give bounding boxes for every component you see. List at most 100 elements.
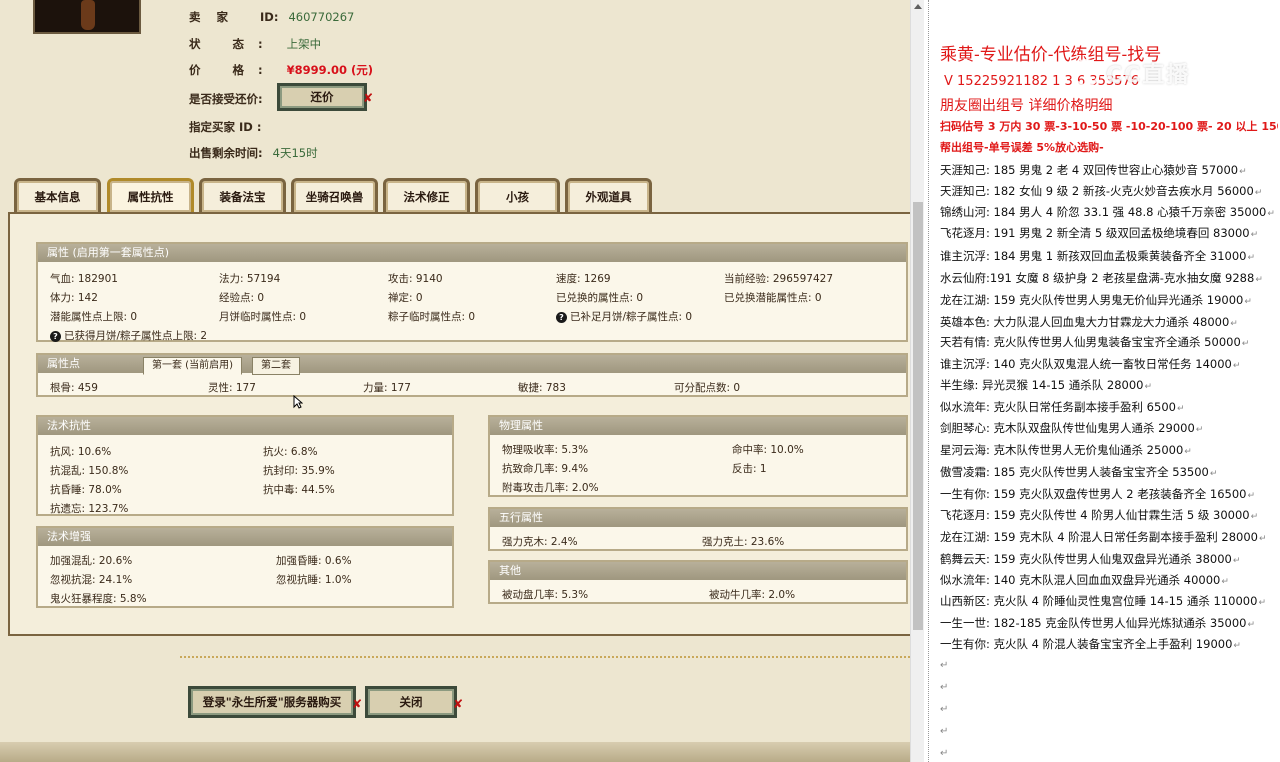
close-button[interactable]: 关闭 ✘ (365, 686, 463, 718)
paragraph-mark: ↵ (1244, 297, 1252, 307)
attr-cell: 法力: 57194 (219, 273, 281, 285)
points-cell: 可分配点数: 0 (674, 382, 741, 394)
attr-help-cell[interactable]: ? 已补足月饼/粽子属性点: 0 (556, 309, 692, 324)
attr-cell: 攻击: 9140 (388, 273, 443, 285)
divider (180, 656, 910, 658)
resist-cell: 抗中毒: 44.5% (263, 484, 335, 496)
attribute-section-header: 属性 (启用第一套属性点) (38, 244, 906, 262)
listing-text: 一生一世: 182-185 克金队传世男人仙异光炼狱通杀 35000 (940, 616, 1247, 630)
resist-cell: 抗风: 10.6% (50, 446, 112, 458)
listing-line: 星河云海: 克木队传世男人无价鬼仙通杀 25000↵ (940, 442, 1278, 458)
tab-appearance[interactable]: 外观道具 (565, 178, 652, 212)
tab-label: 装备法宝 (219, 189, 266, 204)
boost-cell: 忽视抗混: 24.1% (50, 574, 133, 586)
listing-line: 山西新区: 克火队 4 阶睡仙灵性鬼宫位睡 14-15 通杀 110000↵ (940, 593, 1278, 609)
wuxing-section: 五行属性 强力克木: 2.4% 强力克土: 23.6% (488, 507, 908, 551)
attr-cell: 粽子临时属性点: 0 (388, 311, 476, 323)
bargain-row: 是否接受还价: (189, 91, 263, 107)
listing-line: 天涯知己: 182 女仙 9 级 2 新孩-火克火妙音去疾水月 56000↵ (940, 183, 1278, 199)
listing-text: 剑胆琴心: 克木队双盘队传世仙鬼男人通杀 29000 (940, 421, 1195, 435)
close-x-icon: ✘ (452, 697, 463, 711)
tab-label: 基本信息 (34, 189, 81, 204)
attr-help-cell[interactable]: ? 已获得月饼/粽子属性点上限: 2 (50, 328, 207, 343)
paragraph-mark: ↵ (1247, 491, 1256, 501)
listing-line: 水云仙府:191 女魔 8 级护身 2 老孩星盘满-克水抽女魔 9288↵ (940, 270, 1278, 286)
seller-label: 卖 家 (189, 10, 235, 24)
other-cell: 被动牛几率: 2.0% (709, 589, 796, 601)
physical-cell: 抗致命几率: 9.4% (502, 463, 589, 475)
login-buy-button-label: 登录"永生所爱"服务器购买 (202, 695, 342, 709)
listing-line: 飞花逐月: 159 克火队传世 4 阶男人仙甘霖生活 5 级 30000↵ (940, 507, 1278, 523)
physical-cell: 附毒攻击几率: 2.0% (502, 482, 599, 494)
attr-cell: 速度: 1269 (556, 273, 611, 285)
resist-cell: 抗混乱: 150.8% (50, 465, 129, 477)
tab-attributes[interactable]: 属性抗性 (107, 178, 194, 212)
close-button-label: 关闭 (399, 695, 423, 709)
resist-section: 法术抗性 抗风: 10.6% 抗火: 6.8% 抗混乱: 150.8% 抗封印:… (36, 415, 454, 516)
points-cell: 灵性: 177 (208, 382, 256, 394)
game-trade-panel: 卖 家 ID: 460770267 状 态: 上架中 价 格: ¥8999.00… (0, 0, 910, 762)
buyer-label: 指定买家 ID : (189, 120, 262, 134)
resist-cell: 抗封印: 35.9% (263, 465, 335, 477)
tab-children[interactable]: 小孩 (475, 178, 560, 212)
bargain-close-icon: ✘ (362, 91, 373, 105)
points-cell: 根骨: 459 (50, 382, 98, 394)
paragraph-mark: ↵ (1195, 425, 1204, 435)
listing-text: 天涯知己: 182 女仙 9 级 2 新孩-火克火妙音去疾水月 56000 (940, 184, 1254, 198)
listing-text: 半生缘: 异光灵猴 14-15 通杀队 28000 (940, 378, 1144, 392)
paragraph-mark: ↵ (1259, 534, 1267, 544)
paragraph-mark: ↵ (1144, 382, 1153, 392)
listing-text: 水云仙府:191 女魔 8 级护身 2 老孩星盘满-克水抽女魔 9288 (940, 271, 1255, 285)
listing-line: 飞花逐月: 191 男鬼 2 新全清 5 级双回孟极绝境春回 83000↵ (940, 225, 1278, 241)
tab-equipment[interactable]: 装备法宝 (199, 178, 286, 212)
paragraph-mark: ↵ (1230, 319, 1238, 329)
scroll-up-icon[interactable] (914, 4, 922, 9)
scroll-thumb[interactable] (913, 202, 923, 630)
tab-mounts-pets[interactable]: 坐骑召唤兽 (291, 178, 378, 212)
points-subtab-second[interactable]: 第二套 (252, 357, 300, 375)
attr-cell: 体力: 142 (50, 292, 98, 304)
help-icon: ? (556, 312, 567, 323)
attr-cell: 已兑换潜能属性点: 0 (724, 292, 822, 304)
listing-text: 似水流年: 克火队日常任务副本接手盈利 6500 (940, 400, 1176, 414)
listing-text: 龙在江湖: 159 克火队传世男人男鬼无价仙异光通杀 19000 (940, 293, 1244, 307)
price-label: 价 格: (189, 63, 277, 77)
attr-cell: 已兑换的属性点: 0 (556, 292, 644, 304)
listing-line: 一生一世: 182-185 克金队传世男人仙异光炼狱通杀 35000↵ (940, 615, 1278, 631)
listing-text: 傲雪凌霜: 185 克火队传世男人装备宝宝齐全 53500 (940, 465, 1209, 479)
paragraph-mark: ↵ (1258, 598, 1266, 608)
points-cell: 敏捷: 783 (518, 382, 566, 394)
paragraph-mark: ↵ (1247, 620, 1256, 630)
seller-row: 卖 家 ID: 460770267 (189, 9, 354, 25)
tab-basic-info[interactable]: 基本信息 (14, 178, 101, 212)
vertical-scrollbar[interactable] (910, 0, 924, 762)
listing-line: 天若有情: 克火队传世男人仙男鬼装备宝宝齐全通杀 50000↵ (940, 334, 1278, 350)
attributes-panel: 属性 (启用第一套属性点) 气血: 182901 法力: 57194 攻击: 9… (8, 212, 910, 636)
listing-line: 龙在江湖: 159 克火队传世男人男鬼无价仙异光通杀 19000↵ (940, 292, 1278, 308)
bargain-button-label: 还价 (310, 90, 334, 104)
character-figure (81, 0, 95, 30)
status-value: 上架中 (286, 37, 322, 51)
status-row: 状 态: 上架中 (189, 36, 321, 52)
listing-text: 谁主沉浮: 140 克火队双鬼混人统一畜牧日常任务 14000 (940, 357, 1232, 371)
boost-cell: 鬼火狂暴程度: 5.8% (50, 593, 147, 605)
other-section-header: 其他 (490, 562, 906, 580)
physical-cell: 命中率: 10.0% (732, 444, 804, 456)
listing-line: 龙在江湖: 159 克木队 4 阶混人日常任务副本接手盈利 28000↵ (940, 529, 1278, 545)
paragraph-mark: ↵ (1241, 339, 1250, 349)
listing-text: 龙在江湖: 159 克木队 4 阶混人日常任务副本接手盈利 28000 (940, 530, 1258, 544)
watermark-text: CC直播 (1106, 63, 1191, 88)
attr-cell: 当前经验: 296597427 (724, 273, 833, 285)
bargain-button[interactable]: 还价 ✘ (277, 83, 373, 111)
tab-label: 外观道具 (585, 189, 632, 204)
tab-spell-correction[interactable]: 法术修正 (383, 178, 470, 212)
paragraph-mark: ↵ (1233, 641, 1241, 651)
listing-line: 谁主沉浮: 184 男鬼 1 新孩双回血孟极乘黄装备齐全 31000↵ (940, 248, 1278, 264)
listing-text: 飞花逐月: 159 克火队传世 4 阶男人仙甘霖生活 5 级 30000 (940, 508, 1250, 522)
points-subtab-first[interactable]: 第一套 (当前启用) (143, 357, 242, 375)
listing-text: 山西新区: 克火队 4 阶睡仙灵性鬼宫位睡 14-15 通杀 110000 (940, 594, 1258, 608)
remaining-label: 出售剩余时间: (189, 146, 263, 160)
attr-cell: 已补足月饼/粽子属性点: 0 (570, 311, 693, 323)
paragraph-mark: ↵ (940, 704, 949, 715)
login-buy-button[interactable]: 登录"永生所爱"服务器购买 ✘ (188, 686, 362, 718)
